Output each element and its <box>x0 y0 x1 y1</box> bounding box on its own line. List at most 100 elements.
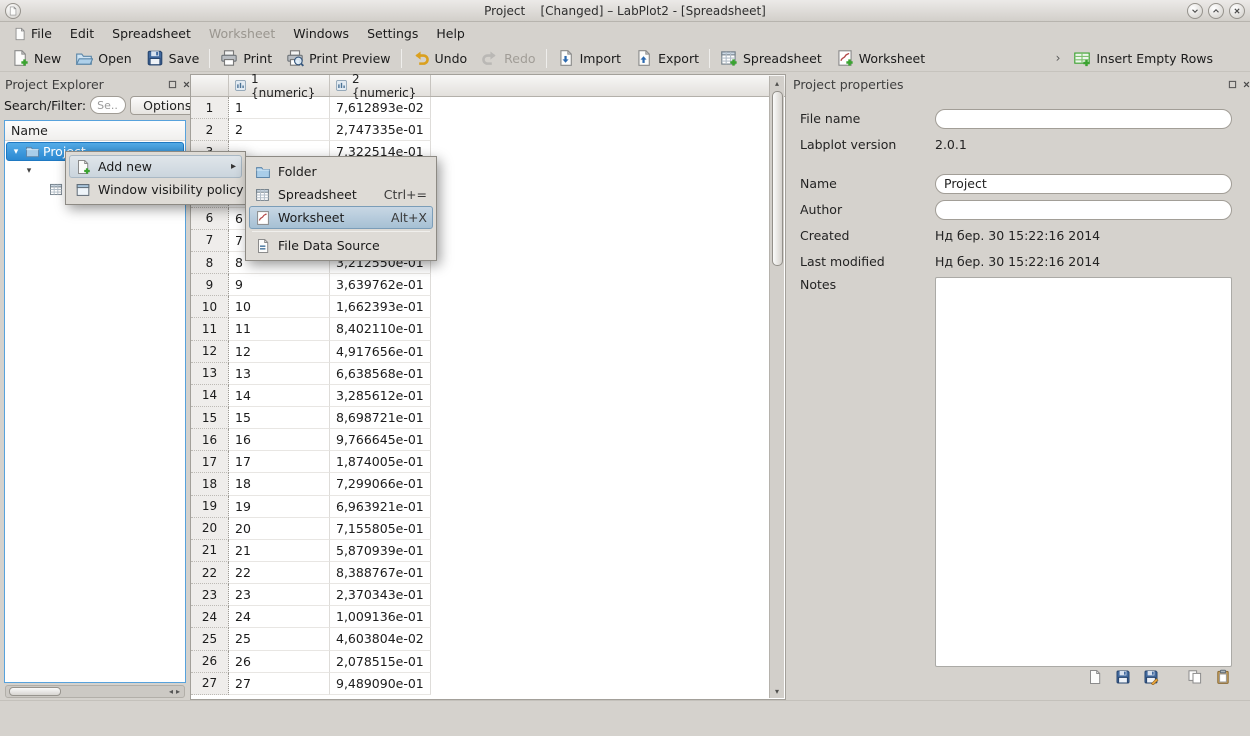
row-header-cell[interactable]: 21 <box>191 540 229 562</box>
chevron-expanded-icon[interactable]: ▾ <box>10 147 22 157</box>
cell-col1[interactable]: 27 <box>229 673 330 695</box>
submenu-item-worksheet[interactable]: WorksheetAlt+X <box>249 206 433 229</box>
cell-col1[interactable]: 2 <box>229 119 330 141</box>
cell-col2[interactable]: 3,285612e-01 <box>330 385 431 407</box>
cell-col1[interactable]: 23 <box>229 584 330 606</box>
row-header-cell[interactable]: 18 <box>191 473 229 495</box>
scroll-left-icon[interactable]: ◂ <box>169 687 173 696</box>
maximize-button[interactable] <box>1208 3 1224 19</box>
search-filter-input[interactable] <box>90 96 126 114</box>
menu-spreadsheet[interactable]: Spreadsheet <box>103 24 200 43</box>
row-header-cell[interactable]: 7 <box>191 230 229 252</box>
row-header-cell[interactable]: 25 <box>191 628 229 650</box>
toolbar-save[interactable]: Save <box>139 47 207 69</box>
row-header-cell[interactable]: 1 <box>191 97 229 119</box>
cell-col1[interactable]: 22 <box>229 562 330 584</box>
cell-col2[interactable]: 7,299066e-01 <box>330 473 431 495</box>
cell-col2[interactable]: 8,388767e-01 <box>330 562 431 584</box>
float-button[interactable] <box>167 77 178 92</box>
toolbar-redo[interactable]: Redo <box>474 47 542 69</box>
file-name-input[interactable] <box>935 109 1232 129</box>
cell-col2[interactable]: 2,078515e-01 <box>330 651 431 673</box>
new-notes-button[interactable] <box>1083 666 1106 688</box>
menu-settings[interactable]: Settings <box>358 24 427 43</box>
toolbar-import[interactable]: Import <box>550 47 629 69</box>
menu-help[interactable]: Help <box>427 24 474 43</box>
column-header-1[interactable]: 1 {numeric} <box>229 75 330 96</box>
cell-col2[interactable]: 1,662393e-01 <box>330 296 431 318</box>
row-header-cell[interactable]: 17 <box>191 451 229 473</box>
tree-header-name[interactable]: Name <box>5 121 185 141</box>
cell-col2[interactable]: 7,612893e-02 <box>330 97 431 119</box>
cell-col1[interactable]: 19 <box>229 496 330 518</box>
notes-textarea[interactable] <box>935 277 1232 667</box>
cell-col1[interactable]: 20 <box>229 518 330 540</box>
scrollbar-thumb[interactable] <box>9 687 61 696</box>
cell-col1[interactable]: 17 <box>229 451 330 473</box>
author-input[interactable] <box>935 200 1232 220</box>
cell-col1[interactable]: 1 <box>229 97 330 119</box>
cell-col1[interactable]: 9 <box>229 274 330 296</box>
cell-col2[interactable]: 1,009136e-01 <box>330 606 431 628</box>
row-header-cell[interactable]: 26 <box>191 651 229 673</box>
menu-edit[interactable]: Edit <box>61 24 103 43</box>
copy-button[interactable] <box>1183 666 1206 688</box>
cell-col2[interactable]: 6,638568e-01 <box>330 363 431 385</box>
toolbar-undo[interactable]: Undo <box>405 47 475 69</box>
row-header-cell[interactable]: 9 <box>191 274 229 296</box>
cell-col1[interactable]: 10 <box>229 296 330 318</box>
cell-col1[interactable]: 21 <box>229 540 330 562</box>
toolbar-overflow-chevron-icon[interactable]: › <box>1056 51 1061 65</box>
context-menu-item-add-new[interactable]: Add new▸ <box>69 155 242 178</box>
cell-col1[interactable]: 12 <box>229 341 330 363</box>
menu-file[interactable]: File <box>4 24 61 43</box>
cell-col1[interactable]: 11 <box>229 318 330 340</box>
submenu-item-folder[interactable]: Folder <box>249 160 433 183</box>
cell-col2[interactable]: 2,370343e-01 <box>330 584 431 606</box>
row-header-cell[interactable]: 14 <box>191 385 229 407</box>
row-header-cell[interactable]: 23 <box>191 584 229 606</box>
table-corner-cell[interactable] <box>191 75 229 96</box>
cell-col2[interactable]: 4,917656e-01 <box>330 341 431 363</box>
save-button[interactable] <box>1111 666 1134 688</box>
toolbar-worksheet[interactable]: Worksheet <box>829 47 932 69</box>
cell-col1[interactable]: 18 <box>229 473 330 495</box>
cell-col1[interactable]: 15 <box>229 407 330 429</box>
row-header-cell[interactable]: 11 <box>191 318 229 340</box>
cell-col2[interactable]: 9,489090e-01 <box>330 673 431 695</box>
row-header-cell[interactable]: 19 <box>191 496 229 518</box>
menu-worksheet[interactable]: Worksheet <box>200 24 284 43</box>
cell-col2[interactable]: 4,603804e-02 <box>330 628 431 650</box>
row-header-cell[interactable]: 27 <box>191 673 229 695</box>
cell-col2[interactable]: 3,639762e-01 <box>330 274 431 296</box>
app-menu-button[interactable] <box>5 3 21 19</box>
submenu-item-spreadsheet[interactable]: SpreadsheetCtrl+= <box>249 183 433 206</box>
menu-windows[interactable]: Windows <box>284 24 358 43</box>
row-header-cell[interactable]: 22 <box>191 562 229 584</box>
cell-col1[interactable]: 14 <box>229 385 330 407</box>
row-header-cell[interactable]: 12 <box>191 341 229 363</box>
cell-col2[interactable]: 8,402110e-01 <box>330 318 431 340</box>
row-header-cell[interactable]: 2 <box>191 119 229 141</box>
name-input[interactable] <box>935 174 1232 194</box>
paste-button[interactable] <box>1211 666 1234 688</box>
float-button[interactable] <box>1227 77 1238 92</box>
row-header-cell[interactable]: 16 <box>191 429 229 451</box>
row-header-cell[interactable]: 24 <box>191 606 229 628</box>
context-menu-item-window-visibility-policy[interactable]: Window visibility policy▸ <box>69 178 242 201</box>
horizontal-scrollbar[interactable]: ◂ ▸ <box>5 685 185 698</box>
toolbar-export[interactable]: Export <box>628 47 706 69</box>
scroll-right-icon[interactable]: ▸ <box>176 687 180 696</box>
row-header-cell[interactable]: 20 <box>191 518 229 540</box>
cell-col2[interactable]: 5,870939e-01 <box>330 540 431 562</box>
row-header-cell[interactable]: 8 <box>191 252 229 274</box>
cell-col1[interactable]: 26 <box>229 651 330 673</box>
cell-col1[interactable]: 16 <box>229 429 330 451</box>
close-button[interactable] <box>1241 77 1250 92</box>
toolbar-print-preview[interactable]: Print Preview <box>279 47 397 69</box>
toolbar-spreadsheet[interactable]: Spreadsheet <box>713 47 829 69</box>
cell-col2[interactable]: 9,766645e-01 <box>330 429 431 451</box>
cell-col1[interactable]: 13 <box>229 363 330 385</box>
cell-col1[interactable]: 24 <box>229 606 330 628</box>
row-header-cell[interactable]: 15 <box>191 407 229 429</box>
